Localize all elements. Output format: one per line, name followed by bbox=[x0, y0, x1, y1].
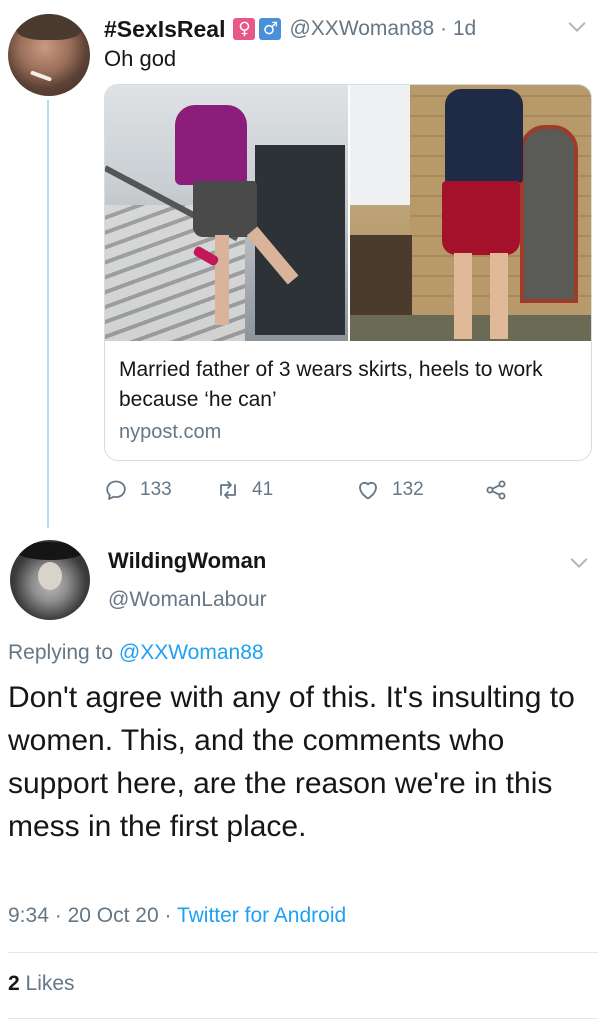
avatar-hair bbox=[16, 14, 82, 40]
card-photos bbox=[105, 85, 591, 341]
tweet-actions: 133 41 132 bbox=[104, 478, 524, 508]
tweet-metadata: 9:34 · 20 Oct 20 · Twitter for Android bbox=[8, 904, 347, 927]
share-button[interactable] bbox=[484, 478, 520, 502]
share-icon bbox=[486, 480, 506, 500]
like-count: 132 bbox=[392, 479, 424, 500]
avatar[interactable] bbox=[8, 14, 90, 96]
tweet-time: 9:34 bbox=[8, 904, 49, 927]
retweet-count: 41 bbox=[252, 479, 274, 500]
avatar-hat bbox=[16, 542, 84, 560]
card-photo-right bbox=[350, 85, 591, 341]
parent-tweet-header: #SexIsReal ♀ ♂ @XXWoman88 · 1d bbox=[104, 14, 476, 44]
avatar[interactable] bbox=[10, 540, 90, 620]
like-icon bbox=[359, 482, 377, 500]
tweet-date: 20 Oct 20 bbox=[67, 904, 159, 927]
like-button[interactable]: 132 bbox=[356, 478, 424, 502]
chevron-down-icon[interactable] bbox=[566, 16, 588, 38]
divider bbox=[8, 952, 598, 953]
parent-tweet-text: Oh god bbox=[104, 46, 177, 71]
thread-connector-line bbox=[47, 100, 49, 528]
link-card[interactable]: Married father of 3 wears skirts, heels … bbox=[104, 84, 592, 461]
retweet-button[interactable]: 41 bbox=[216, 478, 273, 502]
female-sign-icon: ♀ bbox=[233, 18, 256, 40]
male-sign-icon: ♂ bbox=[259, 18, 282, 40]
likes-summary[interactable]: 2 Likes bbox=[8, 972, 75, 996]
divider bbox=[8, 1018, 598, 1019]
avatar-cigarette bbox=[29, 70, 53, 82]
card-domain: nypost.com bbox=[119, 421, 222, 443]
replying-to: Replying to @XXWoman88 bbox=[8, 641, 264, 664]
likes-label: Likes bbox=[25, 972, 75, 995]
retweet-icon bbox=[220, 481, 236, 499]
reply-icon bbox=[106, 480, 126, 500]
display-name[interactable]: WildingWoman bbox=[108, 548, 266, 574]
chevron-down-icon[interactable] bbox=[568, 552, 590, 574]
user-handle[interactable]: @XXWoman88 · 1d bbox=[289, 17, 476, 41]
tweet-source-link[interactable]: Twitter for Android bbox=[177, 904, 346, 927]
display-name[interactable]: #SexIsReal bbox=[104, 16, 225, 43]
avatar-face bbox=[38, 562, 62, 590]
reply-count: 133 bbox=[140, 479, 172, 500]
card-title: Married father of 3 wears skirts, heels … bbox=[119, 358, 543, 411]
reply-button[interactable]: 133 bbox=[104, 478, 172, 502]
tweet-text: Don't agree with any of this. It's insul… bbox=[8, 681, 575, 843]
likes-count: 2 bbox=[8, 972, 20, 995]
card-photo-left bbox=[105, 85, 348, 341]
replying-to-link[interactable]: @XXWoman88 bbox=[119, 641, 264, 664]
user-handle[interactable]: @WomanLabour bbox=[108, 588, 267, 612]
